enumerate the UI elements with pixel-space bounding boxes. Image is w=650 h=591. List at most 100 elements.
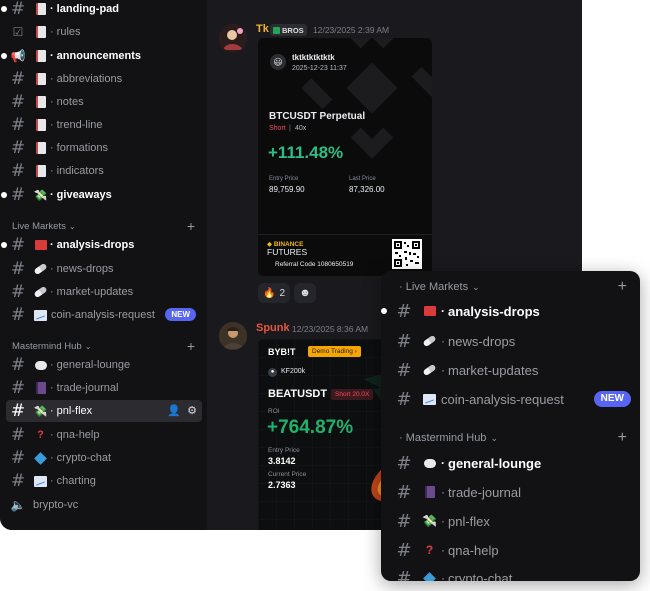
channel-trade-journal[interactable]: # · trade-journal (6, 377, 202, 399)
add-channel-icon[interactable]: + (187, 338, 195, 354)
channel-indicators[interactable]: # · indicators (6, 160, 202, 182)
qr-code (392, 239, 422, 269)
channel-label: general-lounge (56, 359, 131, 371)
channel-market-updates[interactable]: # · market-updates (391, 358, 631, 382)
reaction-fire[interactable]: 🔥 2 (258, 283, 290, 303)
emoji-face-icon: ☻ (299, 287, 311, 299)
bybit-logo: BYB!T (268, 347, 296, 357)
hash-icon: # (10, 115, 26, 135)
gear-icon[interactable]: ⚙ (187, 404, 197, 417)
category-live-markets[interactable]: · Live Markets ⌄ + (399, 278, 627, 296)
binance-pnl-card[interactable]: 😃 tktktktktktk 2025-12-23 11:37 BTCUSDT … (258, 38, 432, 276)
channel-label: trade-journal (448, 484, 521, 500)
add-channel-icon[interactable]: + (618, 278, 627, 296)
hash-icon: # (10, 0, 26, 19)
channel-label: announcements (56, 50, 142, 62)
channel-notes[interactable]: # · notes (6, 91, 202, 113)
hash-icon: # (10, 235, 26, 255)
hash-icon: # (396, 359, 412, 381)
channel-abbreviations[interactable]: # · abbreviations (6, 68, 202, 90)
channel-label: news-drops (448, 333, 516, 349)
card-username: KF200k (281, 368, 306, 375)
add-member-icon[interactable]: 👤 (167, 404, 181, 417)
channel-formations[interactable]: # · formations (6, 137, 202, 159)
hash-icon: # (10, 378, 26, 398)
channel-label: coin-analysis-request (441, 391, 564, 407)
chevron-down-icon: ⌄ (84, 341, 92, 351)
question-icon: ? (37, 429, 44, 441)
chevron-right-icon: › (354, 348, 357, 355)
category-label: · Live Markets (399, 281, 469, 293)
hash-icon: # (10, 92, 26, 112)
hash-icon: # (10, 161, 26, 181)
book-icon (33, 164, 48, 178)
channel-landing-pad[interactable]: # · landing-pad (1, 0, 202, 20)
channel-news-drops[interactable]: # · news-drops (6, 258, 202, 280)
money-icon: 💸 (422, 514, 437, 528)
channel-label: analysis-drops (56, 239, 135, 251)
channel-general-lounge[interactable]: # · general-lounge (391, 451, 631, 475)
channel-label: rules (56, 26, 81, 38)
add-channel-icon[interactable]: + (618, 429, 627, 447)
hash-icon: # (396, 388, 412, 410)
book-icon (33, 118, 48, 132)
avatar[interactable] (219, 24, 247, 52)
category-live-markets[interactable]: Live Markets ⌄ + (12, 218, 195, 234)
channel-coin-analysis-request[interactable]: # coin-analysis-request NEW (391, 387, 631, 411)
channel-crypto-chat[interactable]: # · crypto-chat (6, 447, 202, 469)
channel-qna-help[interactable]: # ? · qna-help (6, 424, 202, 446)
category-mastermind-hub[interactable]: Mastermind Hub ⌄ + (12, 338, 195, 354)
reaction-add[interactable]: ☻ (294, 283, 316, 303)
chevron-down-icon: ⌄ (68, 221, 76, 231)
channel-coin-analysis-request[interactable]: # coin-analysis-request NEW (6, 304, 202, 326)
channel-analysis-drops[interactable]: # · analysis-drops (381, 299, 631, 323)
book-icon (33, 2, 48, 16)
channel-label: market-updates (56, 286, 134, 298)
voice-channel-brypto-vc[interactable]: 🔈 brypto-vc (6, 494, 202, 516)
channel-giveaways[interactable]: # 💸 · giveaways (1, 184, 202, 206)
hash-icon: # (396, 567, 412, 582)
channel-market-updates[interactable]: # · market-updates (6, 281, 202, 303)
avatar[interactable] (219, 322, 247, 350)
bar-chart-icon (33, 474, 48, 488)
channel-rules[interactable]: ☑ · rules (6, 21, 202, 43)
diamond-icon (33, 451, 48, 465)
channel-pnl-flex[interactable]: # 💸 · pnl-flex (391, 509, 631, 533)
username[interactable]: Tk (256, 23, 269, 35)
channel-announcements[interactable]: 📢 · announcements (1, 45, 202, 67)
channel-general-lounge[interactable]: # · general-lounge (6, 354, 202, 376)
channel-label: charting (56, 475, 96, 487)
channel-label: coin-analysis-request (51, 309, 155, 321)
card-symbol: BTCUSDT Perpetual (269, 111, 366, 122)
card-date: 2025-12-23 11:37 (292, 65, 347, 72)
chart-icon (33, 308, 48, 322)
channel-label: trend-line (56, 119, 103, 131)
category-label: Live Markets (12, 220, 66, 232)
channel-charting[interactable]: # · charting (6, 470, 202, 492)
channel-crypto-chat[interactable]: # · crypto-chat (391, 566, 631, 581)
channel-trade-journal[interactable]: # · trade-journal (391, 480, 631, 504)
chevron-down-icon: ⌄ (490, 432, 498, 443)
channel-news-drops[interactable]: # · news-drops (391, 329, 631, 353)
channel-pnl-flex[interactable]: # 💸 · pnl-flex 👤 ⚙ (6, 400, 202, 422)
channel-trend-line[interactable]: # · trend-line (6, 114, 202, 136)
username[interactable]: Spunk (256, 322, 290, 334)
card-side: Short 20.0X (331, 389, 374, 400)
speaker-icon: 🔈 (10, 498, 26, 512)
question-icon: ? (425, 543, 434, 557)
channel-qna-help[interactable]: # ? · qna-help (391, 538, 631, 562)
add-channel-icon[interactable]: + (187, 218, 195, 234)
megaphone-icon: 📢 (10, 49, 26, 63)
channel-label: pnl-flex (448, 513, 490, 529)
user-avatar-icon: 😃 (270, 54, 286, 70)
channel-label: notes (56, 96, 84, 108)
category-label: Mastermind Hub (12, 340, 82, 352)
book-icon (33, 49, 48, 63)
tag-icon (273, 26, 280, 34)
demo-trading-badge: Demo Trading › (308, 346, 361, 357)
channel-analysis-drops[interactable]: # · analysis-drops (1, 234, 202, 256)
current-price-label: Current Price (268, 471, 307, 478)
checkbox-icon: ☑ (12, 25, 24, 39)
chart-icon (421, 392, 438, 407)
category-mastermind-hub[interactable]: · Mastermind Hub ⌄ + (399, 429, 627, 447)
